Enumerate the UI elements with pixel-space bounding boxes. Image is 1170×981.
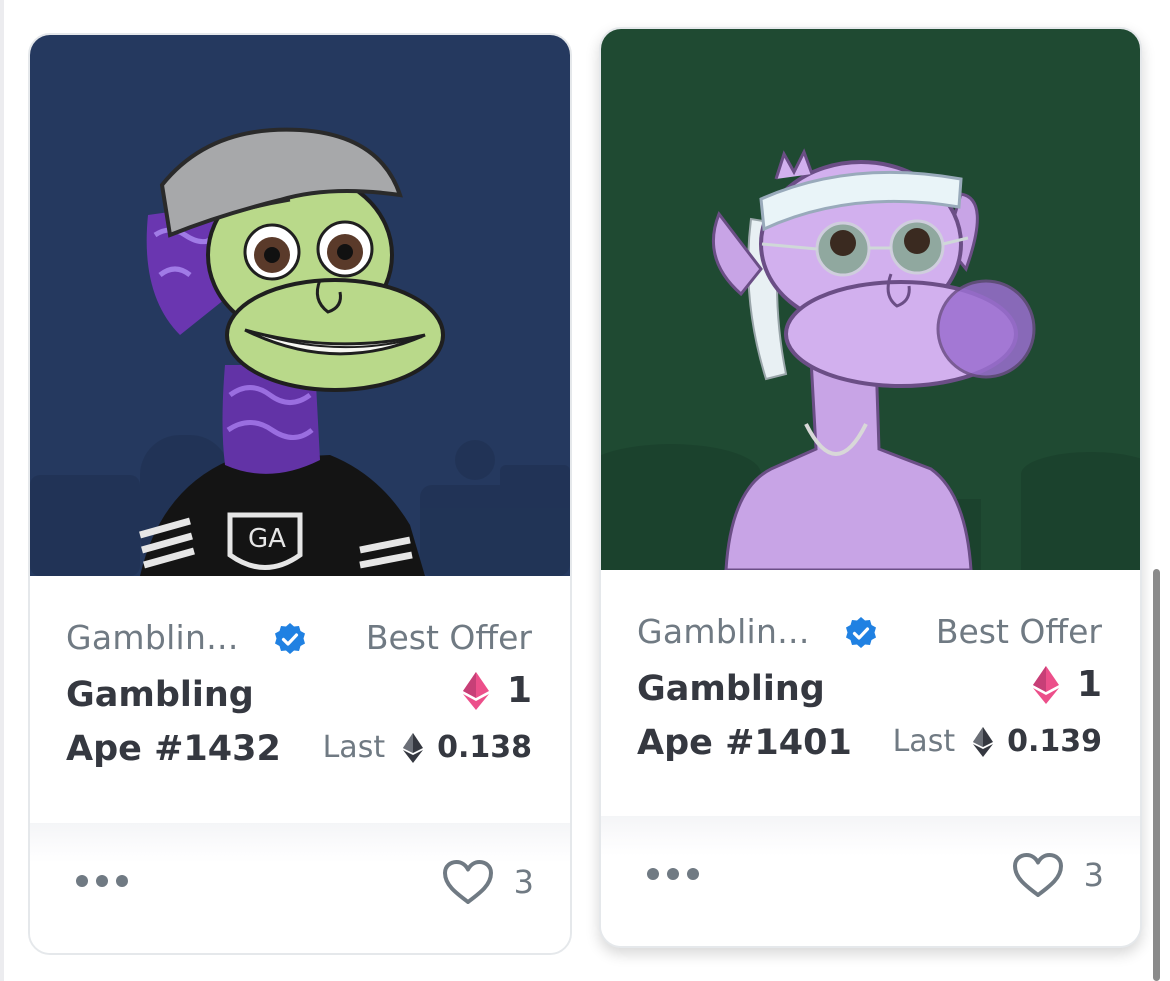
best-offer-price: 1	[1032, 664, 1102, 705]
favorite-button[interactable]: 3	[1012, 852, 1104, 898]
nft-image[interactable]	[601, 29, 1140, 570]
favorite-count: 3	[1083, 856, 1104, 894]
best-offer-label: Best Offer	[365, 618, 532, 657]
nft-image[interactable]: GA	[30, 35, 570, 576]
last-sale: Last 0.139	[893, 724, 1102, 759]
last-sale-value: 0.139	[1007, 724, 1102, 759]
favorite-button[interactable]: 3	[442, 859, 534, 905]
svg-text:GA: GA	[248, 524, 286, 554]
last-sale: Last 0.138	[323, 730, 532, 765]
last-sale-label: Last	[892, 724, 956, 759]
more-options-icon[interactable]	[645, 864, 701, 884]
best-offer-value: 1	[1076, 664, 1102, 705]
best-offer-label: Best Offer	[935, 612, 1102, 651]
eth-icon	[403, 732, 424, 763]
card-footer: 3	[30, 823, 570, 953]
eth-icon	[973, 726, 994, 757]
favorite-count: 3	[513, 863, 534, 901]
verified-badge-icon	[275, 623, 305, 654]
best-offer-price: 1	[462, 670, 532, 711]
scrollbar[interactable]	[1153, 569, 1160, 981]
verified-badge-icon	[846, 617, 876, 648]
heart-icon	[1012, 853, 1063, 897]
nft-name[interactable]: Gambling Ape #1432	[66, 668, 296, 776]
collection-name[interactable]: Gamblin...	[637, 612, 810, 651]
last-sale-value: 0.138	[437, 730, 532, 765]
page-edge	[0, 0, 4, 981]
weth-icon	[462, 671, 489, 710]
nft-card[interactable]: Gamblin... Gambling Ape #1401 Best Offer…	[599, 27, 1142, 948]
heart-icon	[442, 860, 493, 904]
card-footer: 3	[601, 816, 1140, 946]
collection-name[interactable]: Gamblin...	[66, 618, 239, 657]
more-options-icon[interactable]	[74, 871, 130, 891]
best-offer-value: 1	[506, 670, 532, 711]
last-sale-label: Last	[322, 730, 386, 765]
weth-icon	[1032, 665, 1059, 704]
nft-name[interactable]: Gambling Ape #1401	[637, 662, 867, 770]
card-details: Gamblin... Gambling Ape #1432 Best Offer…	[30, 576, 570, 828]
card-details: Gamblin... Gambling Ape #1401 Best Offer…	[601, 570, 1140, 822]
nft-card[interactable]: GA Gamblin... Gambling Ape #1432 Best Of…	[28, 33, 572, 955]
